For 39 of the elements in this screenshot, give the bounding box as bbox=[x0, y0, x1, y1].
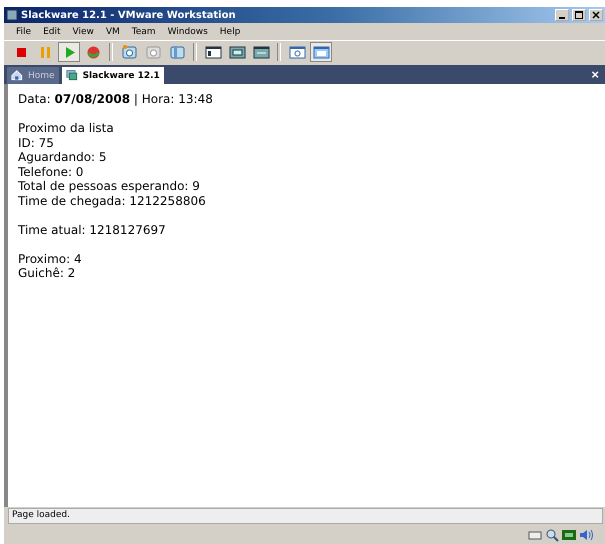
close-tab-button[interactable]: × bbox=[585, 67, 605, 82]
screen-icon bbox=[252, 44, 270, 60]
info-line: Proximo da lista bbox=[18, 121, 115, 136]
info-line: Total de pessoas esperando: 9 bbox=[18, 179, 201, 194]
maximize-icon bbox=[575, 11, 583, 19]
close-icon bbox=[592, 11, 600, 19]
app-icon bbox=[6, 9, 18, 21]
info-line: Time atual: 1218127697 bbox=[18, 222, 167, 237]
maximize-button[interactable] bbox=[572, 9, 586, 21]
menu-item[interactable]: Edit bbox=[37, 24, 66, 38]
menu-item[interactable]: Windows bbox=[162, 24, 214, 38]
tab[interactable]: Slackware 12.1 bbox=[62, 67, 164, 84]
magnifier-icon bbox=[545, 528, 559, 542]
info-line: Proximo: 4 bbox=[18, 252, 83, 266]
menu-item[interactable]: Help bbox=[214, 24, 246, 38]
menu-item[interactable]: Team bbox=[126, 24, 162, 38]
window-title: Slackware 12.1 - VMware Workstation bbox=[21, 10, 237, 20]
home-icon bbox=[11, 68, 25, 82]
minimize-button[interactable] bbox=[555, 9, 569, 21]
toolbar-button[interactable] bbox=[310, 42, 332, 62]
close-button[interactable] bbox=[589, 9, 603, 21]
info-line: Aguardando: 5 bbox=[18, 150, 108, 164]
computer-icon bbox=[66, 68, 80, 82]
network-icon bbox=[562, 528, 576, 542]
info-line: Guichê: 2 bbox=[18, 266, 76, 280]
menu-item[interactable]: View bbox=[66, 24, 100, 38]
info-line: Time de chegada: 1212258806 bbox=[18, 194, 207, 208]
info-line: Data: 07/08/2008 | Hora: 13:48 bbox=[18, 92, 214, 106]
window-icon bbox=[204, 44, 222, 60]
screen-icon bbox=[228, 44, 246, 60]
speaker-icon bbox=[579, 528, 593, 542]
menu-item[interactable]: File bbox=[10, 24, 38, 38]
window-icon bbox=[312, 44, 330, 60]
menu-item[interactable]: VM bbox=[100, 24, 126, 38]
status-bar: Page loaded. bbox=[8, 508, 603, 524]
reset-icon bbox=[84, 44, 102, 60]
window-icon bbox=[288, 44, 306, 60]
info-line: Telefone: 0 bbox=[18, 164, 84, 179]
info-line: ID: 75 bbox=[18, 136, 55, 150]
